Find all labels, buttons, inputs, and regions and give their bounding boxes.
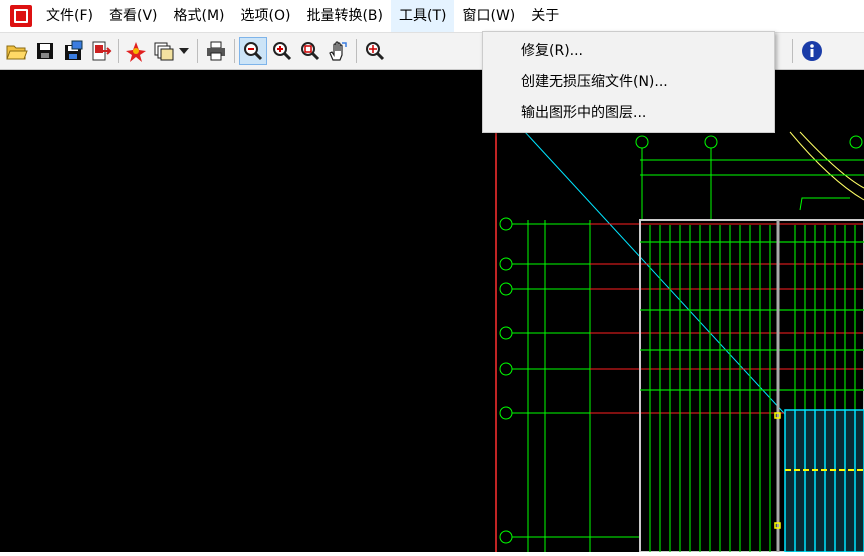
menu-tools[interactable]: 工具(T)	[391, 0, 455, 32]
pan-hand-icon[interactable]	[324, 37, 352, 65]
export-icon[interactable]	[87, 37, 115, 65]
pdf-icon[interactable]	[122, 37, 150, 65]
menu-bar: 文件(F) 查看(V) 格式(M) 选项(O) 批量转换(B) 工具(T) 窗口…	[0, 0, 864, 32]
save-icon[interactable]	[31, 37, 59, 65]
dropdown-arrow-icon[interactable]	[176, 37, 192, 65]
menu-item-create-lossless-compressed-file[interactable]: 创建无损压缩文件(N)...	[483, 67, 774, 98]
tools-dropdown-menu: 修复(R)... 创建无损压缩文件(N)... 输出图形中的图层...	[482, 31, 775, 133]
save-as-icon[interactable]	[59, 37, 87, 65]
menu-batch-convert[interactable]: 批量转换(B)	[298, 0, 391, 32]
zoom-in-icon[interactable]	[268, 37, 296, 65]
menu-file[interactable]: 文件(F)	[38, 0, 101, 32]
menu-view[interactable]: 查看(V)	[101, 0, 166, 32]
app-logo-icon[interactable]	[10, 5, 32, 27]
cad-drawing	[495, 131, 864, 553]
menu-item-export-layers[interactable]: 输出图形中的图层...	[483, 98, 774, 129]
zoom-extents-icon[interactable]	[361, 37, 389, 65]
menu-window[interactable]: 窗口(W)	[454, 0, 523, 32]
print-icon[interactable]	[202, 37, 230, 65]
info-icon[interactable]	[798, 37, 826, 65]
menu-options[interactable]: 选项(O)	[233, 0, 299, 32]
menu-format[interactable]: 格式(M)	[166, 0, 233, 32]
zoom-out-icon[interactable]	[239, 37, 267, 65]
menu-about[interactable]: 关于	[523, 0, 567, 32]
zoom-window-icon[interactable]	[296, 37, 324, 65]
drawing-canvas[interactable]	[0, 70, 864, 553]
layers-icon[interactable]	[150, 37, 178, 65]
open-folder-icon[interactable]	[3, 37, 31, 65]
menu-item-repair[interactable]: 修复(R)...	[483, 36, 774, 67]
